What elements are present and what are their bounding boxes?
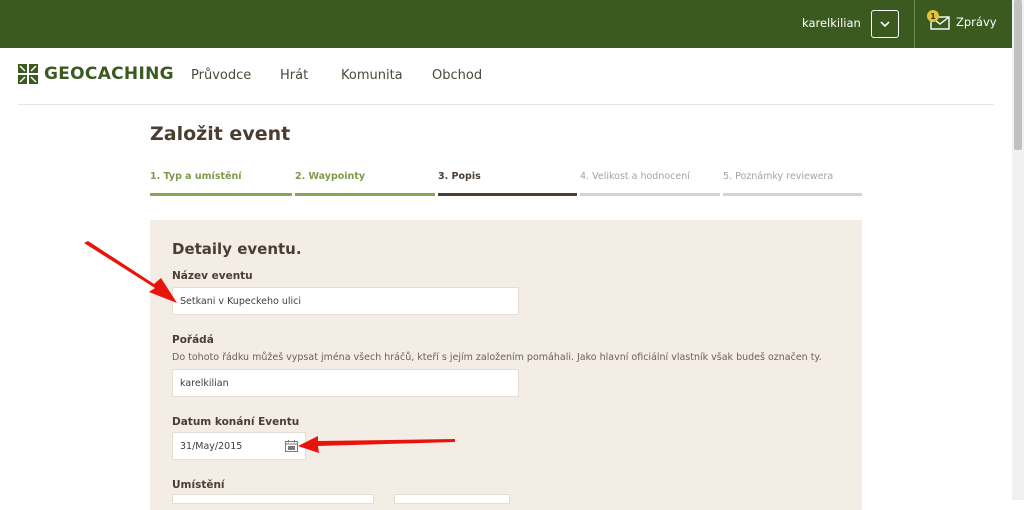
step-5-bar (723, 193, 862, 196)
location-label: Umístění (172, 479, 225, 491)
nav-item-pruvodce[interactable]: Průvodce (191, 68, 251, 83)
event-name-input[interactable]: Setkani v Kupeckeho ulici (172, 287, 519, 315)
organizer-input[interactable]: karelkilian (172, 369, 519, 397)
step-5-label: 5. Poznámky reviewera (723, 171, 834, 182)
event-name-label: Název eventu (172, 270, 253, 282)
step-4-bar (580, 193, 720, 196)
user-menu-dropdown[interactable] (871, 10, 899, 38)
geocaching-logo[interactable]: GEOCACHING (18, 64, 174, 84)
nav-divider (18, 104, 994, 105)
section-title: Detaily eventu. (172, 240, 302, 258)
location-input-1[interactable] (172, 494, 374, 504)
organizer-help-text: Do tohoto řádku můžeš vypsat jména všech… (172, 352, 822, 363)
step-2-label[interactable]: 2. Waypointy (295, 171, 365, 182)
geocaching-logo-icon (18, 64, 38, 84)
logo-text: GEOCACHING (44, 64, 174, 84)
envelope-icon: 1 (927, 10, 950, 30)
page-scrollbar-thumb[interactable] (1014, 0, 1022, 150)
step-3-bar (438, 193, 577, 196)
topbar-divider (914, 0, 915, 48)
step-1-label[interactable]: 1. Typ a umístění (150, 171, 241, 182)
nav-item-hrat[interactable]: Hrát (280, 68, 308, 83)
calendar-icon[interactable] (285, 440, 298, 452)
location-input-2[interactable] (394, 494, 510, 504)
messages-badge: 1 (927, 10, 939, 22)
username[interactable]: karelkilian (802, 16, 861, 30)
step-3-label[interactable]: 3. Popis (438, 171, 481, 182)
chevron-down-icon (880, 20, 890, 27)
event-date-value: 31/May/2015 (180, 440, 243, 452)
main-nav: GEOCACHING Průvodce Hrát Komunita Obchod (0, 48, 1012, 104)
event-details-panel (150, 220, 862, 510)
step-1-bar (150, 193, 292, 196)
top-bar: karelkilian 1 Zprávy (0, 0, 1012, 48)
nav-item-obchod[interactable]: Obchod (432, 68, 482, 83)
organizer-value: karelkilian (180, 377, 229, 389)
page-title: Založit event (150, 123, 291, 145)
step-2-bar (295, 193, 435, 196)
organizer-label: Pořádá (172, 334, 214, 346)
messages-link[interactable]: 1 Zprávy (927, 10, 997, 30)
event-date-label: Datum konání Eventu (172, 416, 300, 428)
step-4-label: 4. Velikost a hodnocení (580, 171, 690, 182)
event-name-value: Setkani v Kupeckeho ulici (180, 295, 301, 307)
messages-label: Zprávy (956, 15, 997, 29)
nav-item-komunita[interactable]: Komunita (341, 68, 403, 83)
